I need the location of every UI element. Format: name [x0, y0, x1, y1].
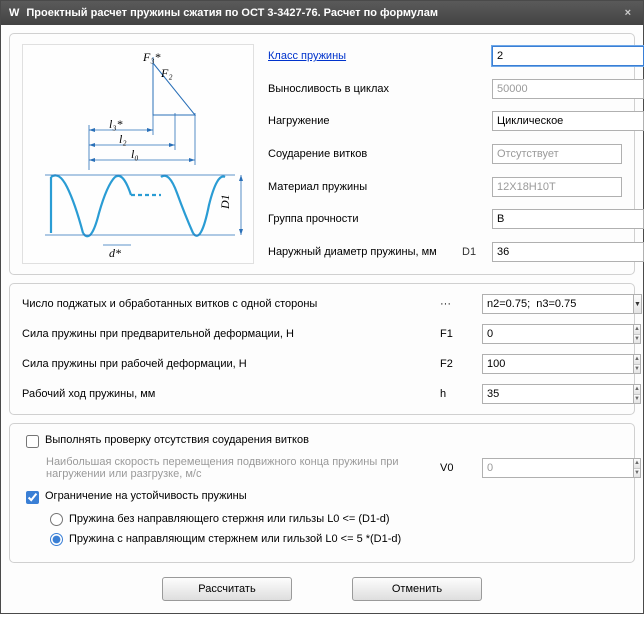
label-radio-no-guide: Пружина без направляющего стержня или ги…	[69, 513, 390, 525]
spinner-up-icon[interactable]: ▲	[634, 325, 640, 335]
input-soud	[492, 144, 622, 164]
input-diam[interactable]: ▲▼	[492, 242, 622, 262]
label-diam: Наружный диаметр пружины, мм	[268, 246, 458, 258]
spinner-down-icon: ▼	[634, 469, 640, 478]
label-f1: Сила пружины при предварительной деформа…	[22, 328, 434, 340]
input-f1-text[interactable]	[482, 324, 633, 344]
dropdown-icon[interactable]: ▼	[633, 294, 642, 314]
input-h[interactable]: ▲▼	[482, 384, 622, 404]
select-vitkov[interactable]: ▼	[482, 294, 622, 314]
checkbox-stability[interactable]	[26, 491, 39, 504]
panel-options: Выполнять проверку отсутствия соударения…	[9, 423, 635, 563]
label-nagr: Нагружение	[268, 115, 458, 127]
dialog-window: W Проектный расчет пружины сжатия по ОСТ…	[0, 0, 644, 614]
button-row: Рассчитать Отменить	[9, 571, 635, 605]
panel-forces: Число поджатых и обработанных витков с о…	[9, 283, 635, 415]
input-f1[interactable]: ▲▼	[482, 324, 622, 344]
spinner-down-icon[interactable]: ▼	[634, 365, 640, 374]
label-vynos: Выносливость в циклах	[268, 83, 458, 95]
diagram-label-d1: D1	[218, 194, 232, 210]
input-klass-text[interactable]	[492, 46, 644, 66]
window-title: Проектный расчет пружины сжатия по ОСТ 3…	[26, 7, 620, 19]
input-vynos: ▲▼	[492, 79, 622, 99]
select-grup[interactable]: ▼	[492, 209, 622, 229]
input-mat	[492, 177, 622, 197]
diagram-label-l0: l₀	[131, 147, 139, 161]
diagram-label-l3: l₃*	[109, 117, 123, 131]
titlebar: W Проектный расчет пружины сжатия по ОСТ…	[1, 1, 643, 25]
spinner-up-icon[interactable]: ▲	[634, 355, 640, 365]
calculate-button[interactable]: Рассчитать	[162, 577, 292, 601]
sym-vitkov: ···	[440, 298, 476, 310]
sym-h: h	[440, 388, 476, 400]
sym-d1: D1	[462, 246, 488, 258]
input-f2[interactable]: ▲▼	[482, 354, 622, 374]
radio-no-guide[interactable]	[50, 513, 63, 526]
input-vel: ▲▼	[482, 458, 622, 478]
label-f2: Сила пружины при рабочей деформации, Н	[22, 358, 434, 370]
label-klass[interactable]: Класс пружины	[268, 50, 458, 62]
spinner-up-icon[interactable]: ▲	[634, 385, 640, 395]
radio-with-guide[interactable]	[50, 533, 63, 546]
label-vitkov: Число поджатых и обработанных витков с о…	[22, 298, 434, 310]
spinner-down-icon[interactable]: ▼	[634, 395, 640, 404]
input-f2-text[interactable]	[482, 354, 633, 374]
input-vel-text	[482, 458, 633, 478]
select-nagr[interactable]: ▼	[492, 111, 622, 131]
spinner-up-icon: ▲	[634, 459, 640, 469]
panel-parameters: .dim{stroke:#2a70b8;stroke-width:1;fill:…	[9, 33, 635, 275]
label-mat: Материал пружины	[268, 181, 458, 193]
checkbox-collision[interactable]	[26, 435, 39, 448]
diagram-label-d: d*	[109, 246, 121, 260]
cancel-button[interactable]: Отменить	[352, 577, 482, 601]
diagram-label-f2: F₂	[160, 66, 173, 80]
spinner-down-icon[interactable]: ▼	[634, 335, 640, 344]
input-diam-text[interactable]	[492, 242, 643, 262]
app-icon: W	[9, 7, 20, 19]
sym-f2: F2	[440, 358, 476, 370]
label-checkbox-collision: Выполнять проверку отсутствия соударения…	[45, 434, 309, 446]
input-vynos-text	[492, 79, 643, 99]
label-radio-with-guide: Пружина с направляющим стержнем или гиль…	[69, 533, 401, 545]
spring-diagram: .dim{stroke:#2a70b8;stroke-width:1;fill:…	[22, 44, 254, 264]
select-vitkov-text[interactable]	[482, 294, 633, 314]
input-h-text[interactable]	[482, 384, 633, 404]
close-icon[interactable]: ×	[621, 7, 635, 19]
label-h: Рабочий ход пружины, мм	[22, 388, 434, 400]
label-grup: Группа прочности	[268, 213, 458, 225]
top-form: Класс пружины ▲▼ Выносливость в циклах ▲…	[268, 44, 622, 264]
select-grup-text[interactable]	[492, 209, 643, 229]
input-klass[interactable]: ▲▼	[492, 46, 622, 66]
label-vel: Наибольшая скорость перемещения подвижно…	[46, 456, 434, 480]
sym-f1: F1	[440, 328, 476, 340]
diagram-label-f3: F₃*	[142, 50, 161, 64]
label-checkbox-stability: Ограничение на устойчивость пружины	[45, 490, 247, 502]
sym-v0: V0	[440, 462, 476, 474]
label-soud: Соударение витков	[268, 148, 458, 160]
diagram-label-l2: l₂	[119, 132, 127, 146]
select-nagr-text[interactable]	[492, 111, 643, 131]
